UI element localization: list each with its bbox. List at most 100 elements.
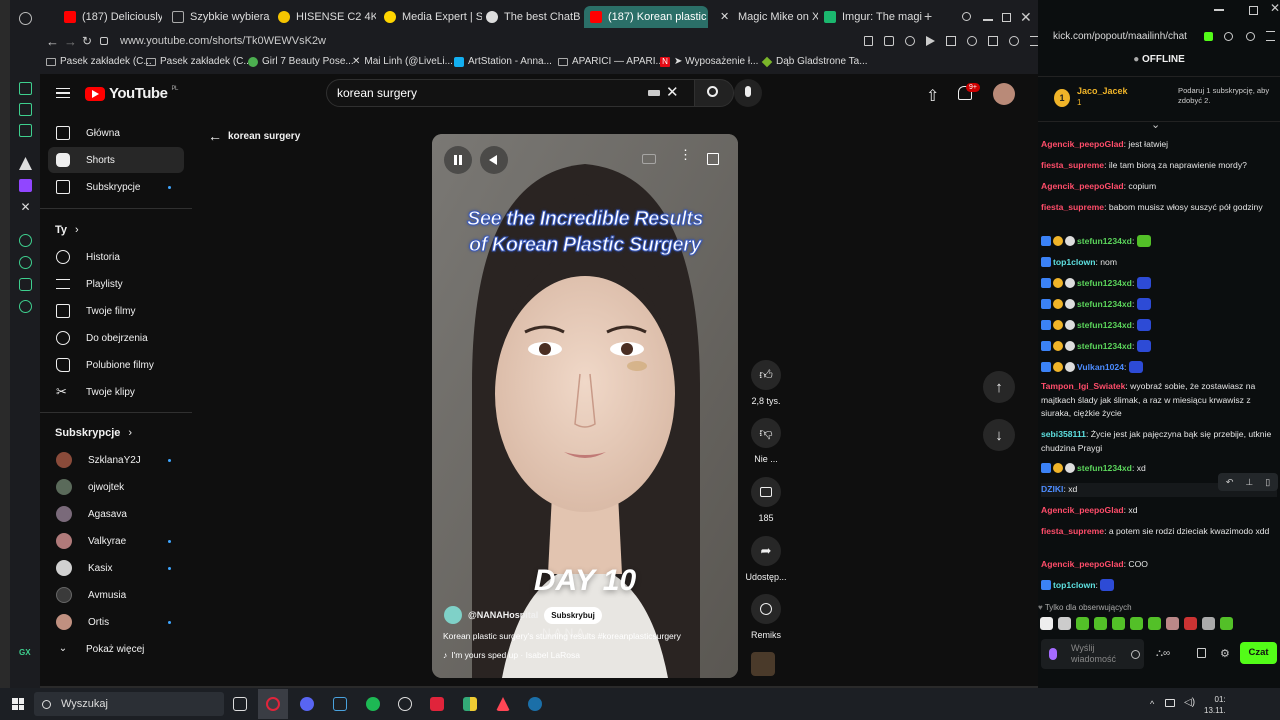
bookmark-item[interactable]: N ➤ Wyposażenie ł...	[660, 56, 758, 67]
account-avatar[interactable]	[993, 83, 1015, 105]
profile-icon[interactable]	[1246, 32, 1255, 41]
subscription-channel[interactable]: Ortis	[48, 609, 184, 635]
chat-users-icon[interactable]: ⛬∞	[1156, 648, 1170, 659]
show-more-button[interactable]: ⌄ Pokaż więcej	[48, 636, 184, 662]
emote-icon[interactable]	[1112, 617, 1125, 630]
volume-button[interactable]	[480, 146, 508, 174]
forward-arrow-icon[interactable]: →	[64, 34, 77, 49]
minimize-button[interactable]	[983, 19, 993, 21]
guide-item-watch-later[interactable]: Do obejrzenia	[48, 325, 184, 351]
remix-action[interactable]: Remiks	[744, 594, 788, 640]
chat-username[interactable]: stefun1234xd	[1077, 320, 1132, 330]
close-button[interactable]: ✕	[1020, 9, 1032, 26]
app-icon[interactable]	[463, 697, 477, 711]
chat-username[interactable]: top1clown	[1053, 257, 1096, 267]
twitch-icon[interactable]	[19, 179, 32, 192]
x-twitter-icon[interactable]: ✕	[19, 201, 32, 214]
share-button[interactable]: ➦	[751, 536, 781, 566]
send-chat-button[interactable]: Czat	[1240, 642, 1277, 664]
share-action[interactable]: ➦ Udostęp...	[744, 536, 788, 582]
chat-username[interactable]: stefun1234xd	[1077, 278, 1132, 288]
sound-thumbnail[interactable]	[751, 652, 775, 676]
url-field[interactable]: www.youtube.com/shorts/Tk0WEWVsK2w	[120, 35, 326, 47]
bookmark-item[interactable]: Pasek zakładek (C...	[146, 56, 252, 67]
back-arrow-icon[interactable]: ←	[46, 34, 59, 49]
previous-short-button[interactable]: ↑	[983, 371, 1015, 403]
home-icon[interactable]	[19, 82, 32, 95]
bookmark-item[interactable]: ArtStation - Anna...	[454, 56, 552, 67]
subscription-channel[interactable]: Agasava	[48, 501, 184, 527]
fullscreen-icon[interactable]	[707, 153, 719, 165]
bookmark-item[interactable]: Dąb Gladstrone Ta...	[761, 56, 868, 67]
emote-icon[interactable]	[1166, 617, 1179, 630]
url-field[interactable]: kick.com/popout/maailinh/chat	[1053, 31, 1187, 42]
chat-username[interactable]: stefun1234xd	[1077, 463, 1132, 473]
like-button[interactable]: 👍︎	[751, 360, 781, 390]
chat-username[interactable]: stefun1234xd	[1077, 341, 1132, 351]
microphone-icon[interactable]	[1049, 648, 1057, 660]
extensions-icon[interactable]	[1224, 32, 1233, 41]
menu-icon[interactable]	[1266, 31, 1275, 41]
delete-icon[interactable]: ▯	[1265, 477, 1270, 488]
comments-button[interactable]	[751, 477, 781, 507]
top-gifter[interactable]: Jaco_Jacek	[1077, 86, 1128, 96]
captions-icon[interactable]	[642, 154, 656, 164]
emote-icon[interactable]	[1202, 617, 1215, 630]
shield-icon[interactable]	[905, 36, 915, 46]
app-icon[interactable]	[430, 697, 444, 711]
bookmark-item[interactable]: APARICI — APARI...	[558, 56, 664, 67]
keyboard-icon[interactable]	[648, 90, 660, 96]
subscription-channel[interactable]: Kasix	[48, 555, 184, 581]
guide-item-history[interactable]: Historia	[48, 244, 184, 270]
extensions-icon[interactable]	[967, 36, 977, 46]
windows-start-icon[interactable]	[12, 698, 24, 710]
remix-button[interactable]	[751, 594, 781, 624]
clear-search-icon[interactable]: ✕	[666, 83, 679, 101]
upload-icon[interactable]: ⇧	[926, 86, 939, 106]
emote-icon[interactable]	[1040, 617, 1053, 630]
chat-username[interactable]: stefun1234xd	[1077, 299, 1132, 309]
minimize-button[interactable]	[1214, 9, 1224, 11]
video-description[interactable]: Korean plastic surgery's stunning result…	[443, 631, 681, 641]
bookmark-item[interactable]: Pasek zakładek (C...	[46, 56, 152, 67]
emote-icon[interactable]	[1094, 617, 1107, 630]
chat-username[interactable]: Agencik_peepoGlad	[1041, 181, 1124, 191]
guide-item-shorts[interactable]: Shorts	[48, 147, 184, 173]
store-icon[interactable]	[19, 103, 32, 116]
kick-shield-icon[interactable]	[1204, 32, 1213, 41]
tab[interactable]: The best ChatB	[480, 6, 582, 28]
emote-icon[interactable]	[1130, 617, 1143, 630]
tab[interactable]: ✕ Magic Mike on X: "	[714, 6, 818, 28]
channel-handle[interactable]: @NANAHospital	[468, 610, 538, 620]
player-icon[interactable]	[19, 234, 32, 247]
pause-button[interactable]	[444, 146, 472, 174]
guide-item-liked[interactable]: Polubione filmy	[48, 352, 184, 378]
opera-logo-icon[interactable]	[19, 12, 32, 25]
shorts-video-player[interactable]: ⋮ See the Incredible Results of Korean Pl…	[432, 134, 738, 678]
chat-username[interactable]: DZIKI	[1041, 484, 1063, 494]
tab[interactable]: (187) Deliciously Ea	[58, 6, 162, 28]
bookmark-item[interactable]: Girl 7 Beauty Pose...	[248, 56, 354, 67]
chat-username[interactable]: Tampon_Igi_Swiatek	[1041, 381, 1125, 391]
settings-gear-icon[interactable]: ⚙	[1220, 647, 1230, 660]
emote-icon[interactable]	[1148, 617, 1161, 630]
clock[interactable]: 01: 13.11.	[1204, 694, 1226, 716]
calendar-icon[interactable]	[1197, 648, 1206, 658]
channel-avatar[interactable]	[444, 606, 462, 624]
maximize-button[interactable]	[1002, 13, 1011, 22]
taskbar-search[interactable]: Wyszukaj	[34, 692, 224, 716]
extensions-icon[interactable]	[19, 278, 32, 291]
chat-username[interactable]: fiesta_supreme	[1041, 526, 1104, 536]
gx-corner-icon[interactable]	[19, 124, 32, 137]
close-button[interactable]: ✕	[1270, 1, 1280, 15]
taskbar-app-active[interactable]	[258, 689, 288, 719]
download-icon[interactable]	[988, 36, 998, 46]
reload-icon[interactable]: ↻	[82, 34, 92, 48]
chat-username[interactable]: top1clown	[1053, 580, 1096, 590]
dislike-action[interactable]: 👎︎ Nie ...	[744, 418, 788, 464]
bookmark-icon[interactable]	[946, 36, 956, 46]
like-action[interactable]: 👍︎ 2,8 tys.	[744, 360, 788, 406]
hamburger-menu-icon[interactable]	[56, 88, 70, 98]
chat-username[interactable]: fiesta_supreme	[1041, 160, 1104, 170]
chat-username[interactable]: sebi358111	[1041, 429, 1086, 439]
